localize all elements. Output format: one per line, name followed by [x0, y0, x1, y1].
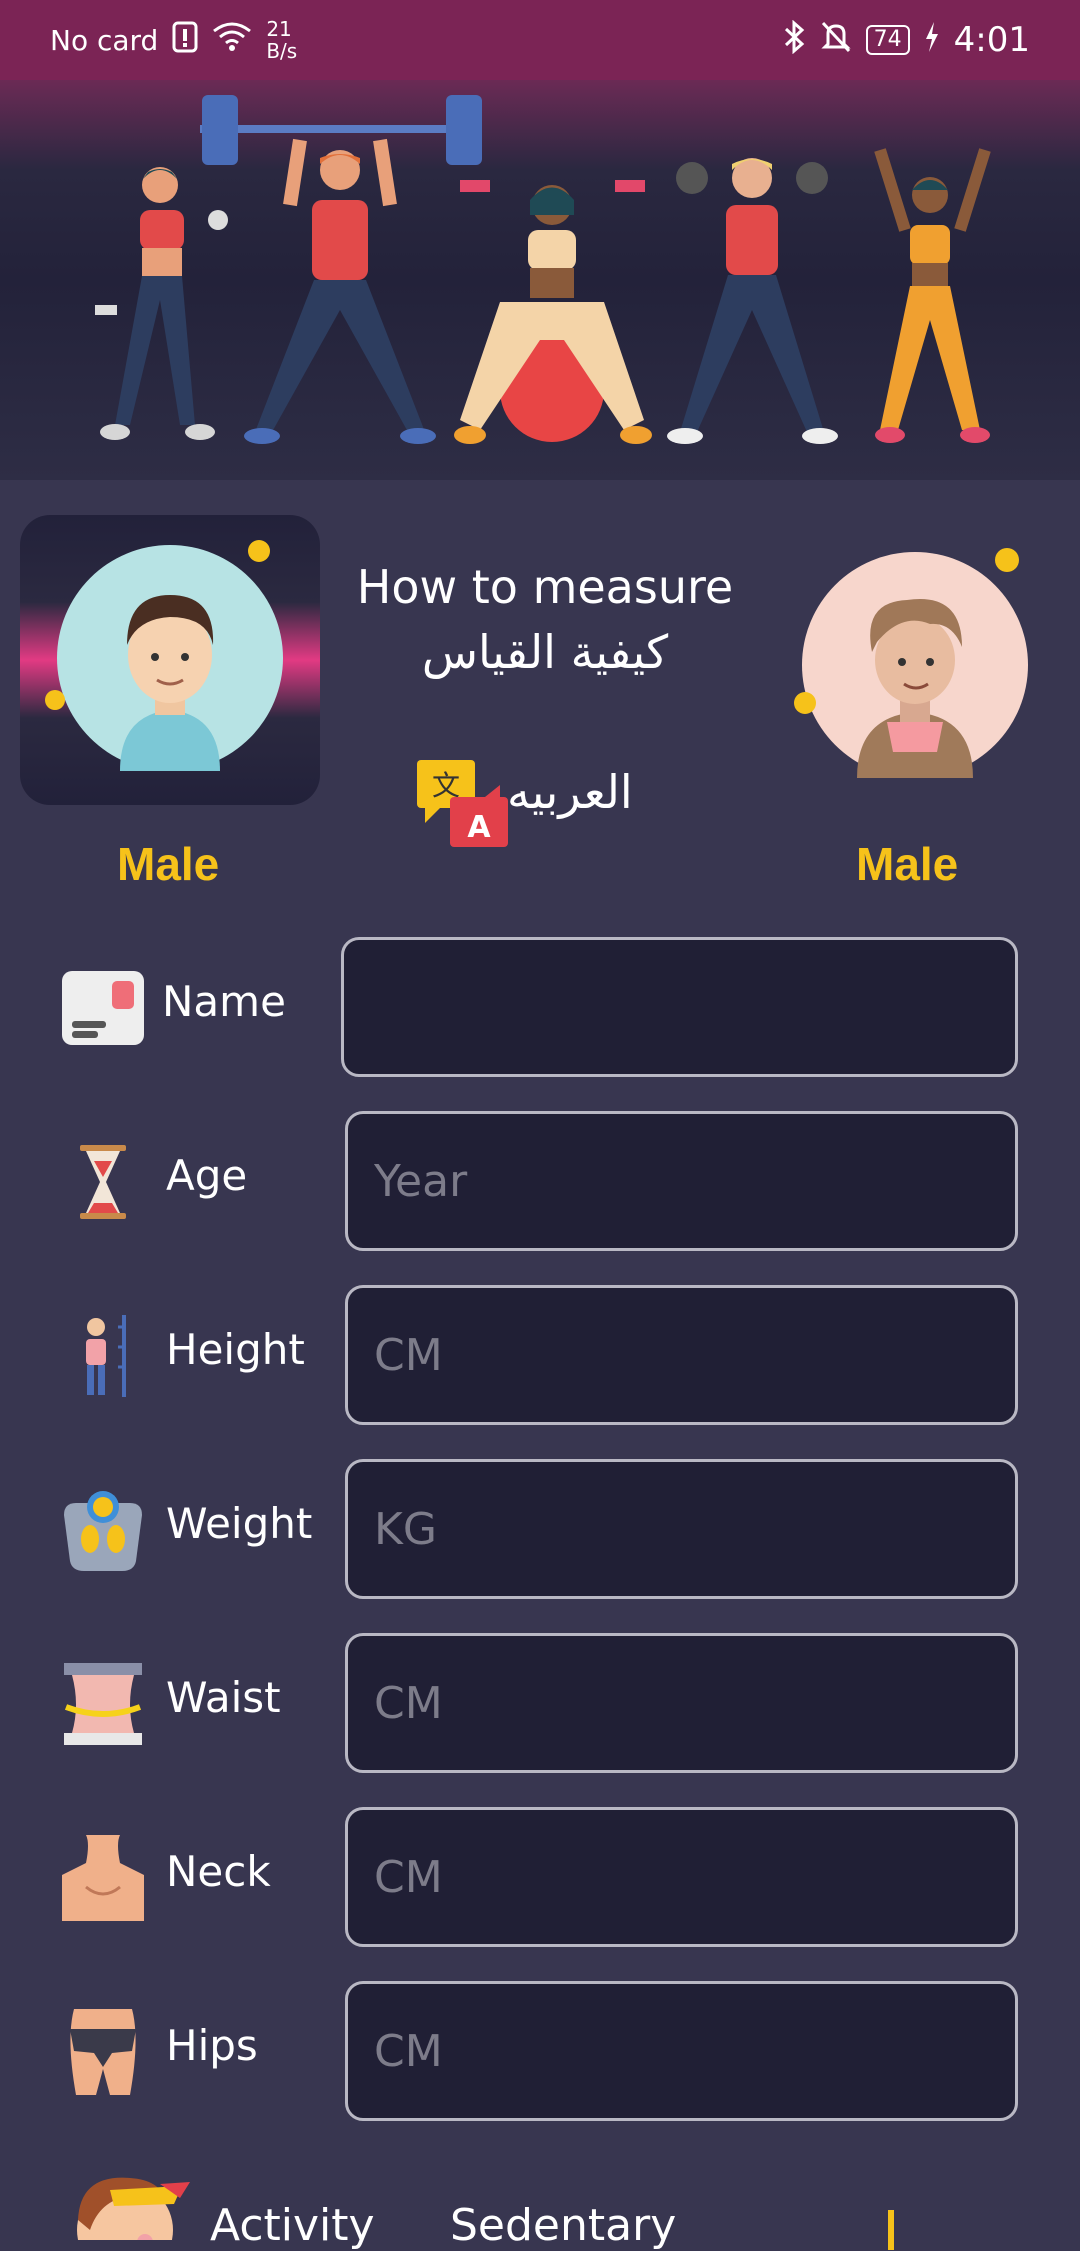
form-row-height: Height — [0, 1285, 1080, 1429]
decor-dot — [248, 540, 270, 562]
neck-icon — [60, 1835, 146, 1921]
hips-input[interactable] — [345, 1981, 1018, 2121]
male-option-card-right[interactable] — [780, 530, 1060, 790]
language-toggle-button[interactable]: 文 A العربيه — [415, 755, 675, 855]
gender-label-left[interactable]: Male — [117, 837, 219, 891]
svg-text:A: A — [467, 810, 491, 845]
id-card-icon — [60, 965, 146, 1051]
neck-input[interactable] — [345, 1807, 1018, 1947]
activity-dropdown[interactable]: Sedentary — [450, 2200, 676, 2251]
decor-dot — [794, 692, 816, 714]
mute-bell-icon — [820, 20, 852, 61]
translate-icon: 文 A — [417, 760, 508, 847]
fitness-people-illustration — [95, 95, 991, 444]
age-label: Age — [166, 1151, 248, 1200]
decor-dot — [45, 690, 65, 710]
form-row-neck: Neck — [0, 1807, 1080, 1951]
form-row-waist: Waist — [0, 1633, 1080, 1777]
height-label: Height — [166, 1325, 305, 1374]
male-avatar-left — [57, 545, 283, 771]
male-option-card-left[interactable] — [20, 515, 320, 805]
form-row-age: Age — [0, 1111, 1080, 1255]
weight-input[interactable] — [345, 1459, 1018, 1599]
net-speed-value: 21 — [266, 17, 292, 41]
form-row-name: Name — [0, 937, 1080, 1081]
name-label: Name — [162, 977, 286, 1026]
weight-label: Weight — [166, 1499, 313, 1548]
net-speed: 21 B/s — [266, 18, 297, 62]
man-barbell-figure — [200, 95, 482, 444]
bluetooth-icon — [782, 19, 806, 61]
waist-input[interactable] — [345, 1633, 1018, 1773]
hips-icon — [60, 2009, 146, 2095]
form-row-hips: Hips — [0, 1981, 1080, 2125]
man-dumbbells-figure — [667, 158, 838, 444]
scale-icon — [60, 1487, 146, 1573]
net-speed-unit: B/s — [266, 39, 298, 63]
hips-label: Hips — [166, 2021, 258, 2070]
wifi-icon — [212, 21, 252, 60]
woman-ball-figure — [454, 180, 652, 444]
how-to-measure-link-ar[interactable]: كيفية القياس — [340, 625, 750, 679]
decor-dot — [995, 548, 1019, 572]
status-right: 74 4:01 — [782, 19, 1030, 61]
hero-illustration — [0, 80, 1080, 480]
charging-icon — [924, 21, 940, 59]
activity-dropdown-indicator[interactable] — [888, 2210, 894, 2250]
hourglass-icon — [60, 1139, 146, 1225]
carrier-text: No card — [50, 23, 159, 57]
how-to-measure-link-en[interactable]: How to measure — [340, 560, 750, 614]
man-curly-hair-icon — [857, 598, 973, 778]
male-avatar-right — [802, 552, 1028, 778]
status-left: No card 21 B/s — [50, 18, 297, 62]
age-input[interactable] — [345, 1111, 1018, 1251]
activity-label: Activity — [210, 2200, 375, 2251]
status-bar: No card 21 B/s 74 4:01 — [0, 0, 1080, 80]
form-row-weight: Weight — [0, 1459, 1080, 1603]
name-input[interactable] — [341, 937, 1018, 1077]
woman-arms-up-figure — [874, 148, 991, 443]
man-face-icon — [120, 595, 220, 771]
language-label: العربيه — [507, 765, 633, 819]
battery-indicator: 74 — [865, 25, 910, 55]
height-measure-icon — [60, 1313, 146, 1399]
activity-icon — [70, 2160, 190, 2240]
waist-tape-icon — [60, 1661, 146, 1747]
gender-label-right[interactable]: Male — [856, 837, 958, 891]
waist-label: Waist — [166, 1673, 281, 1722]
sim-alert-icon — [172, 21, 198, 60]
clock: 4:01 — [953, 20, 1030, 60]
neck-label: Neck — [166, 1847, 271, 1896]
woman-dumbbell-figure — [95, 167, 228, 440]
height-input[interactable] — [345, 1285, 1018, 1425]
